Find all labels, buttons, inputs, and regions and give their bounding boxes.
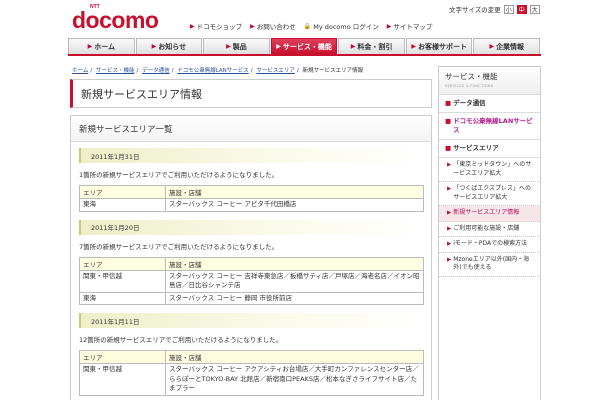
col-area-header: エリア	[79, 185, 166, 199]
page-title: 新規サービスエリア情報	[81, 87, 202, 101]
sidebar-item-tsukuba[interactable]: ▶ 「つくばエクスプレス」へのサービスエリア拡大	[439, 182, 540, 206]
breadcrumb-data-comm[interactable]: データ通信	[142, 68, 170, 74]
tab-products[interactable]: ▶ 製品	[203, 38, 270, 54]
table-row: 東海 スターバックス コーヒー アピタ千代田橋店	[79, 198, 424, 212]
arrow-right-icon: ▶	[151, 43, 157, 50]
sidebar-title: サービス・機能	[445, 72, 498, 81]
lock-icon: 🔒	[303, 22, 312, 30]
table-header-row: エリア 施設・店舗	[79, 185, 424, 199]
date-heading: 2011年1月20日	[79, 219, 424, 235]
table-row: 関東・甲信越 スターバックス コーヒー アクアシティお台場店／大手町カンファレン…	[79, 363, 424, 396]
section-note: 12箇所の新規サービスエリアでご利用いただけるようになりました。	[79, 336, 283, 344]
arrow-right-icon: ▶	[447, 186, 452, 192]
col-area-header: エリア	[79, 350, 166, 364]
tab-services[interactable]: ▶ サービス・機能	[270, 38, 338, 54]
area-sections: 2011年1月31日 1箇所の新規サービスエリアでご利用いただけるようになりまし…	[79, 148, 424, 400]
sidebar-item-imode-search[interactable]: ▶ iモード・PDAでの検索方法	[439, 237, 540, 253]
arrow-right-icon: ▶	[250, 22, 255, 30]
logo-wordmark: docomo	[72, 7, 159, 33]
area-cell: 東海	[79, 198, 166, 212]
sidebar-cat-service-area[interactable]: ■ サービスエリア	[439, 140, 540, 158]
section-note: 7箇所の新規サービスエリアでご利用いただけるようになりました。	[79, 242, 279, 251]
date-heading: 2011年1月31日	[79, 148, 424, 163]
arrow-right-icon: ▶	[386, 22, 392, 30]
arrow-right-icon: ▶	[447, 210, 452, 216]
square-bullet-icon: ■	[445, 117, 452, 125]
table-row: 東海 スターバックス コーヒー 静岡 市役所前店	[79, 291, 424, 305]
sidebar-header: サービス・機能 SERVICES & FUNCTIONS	[439, 67, 540, 95]
breadcrumb-services[interactable]: サービス・機能	[96, 68, 135, 74]
table-header-row: エリア 施設・店舗	[79, 256, 424, 271]
arrow-right-icon: ▶	[489, 43, 495, 50]
sidebar-cat-data-comm[interactable]: ■ データ通信	[439, 95, 540, 113]
area-cell: 関東・甲信越	[79, 363, 166, 396]
arrow-right-icon: ▶	[411, 43, 416, 50]
tab-pricing[interactable]: ▶ 料金・割引	[338, 38, 405, 54]
col-area-header: エリア	[79, 256, 166, 271]
col-shops-header: 施設・店舗	[165, 256, 424, 271]
arrow-right-icon: ▶	[276, 43, 281, 50]
sidebar-cat-wlan[interactable]: ■ ドコモ公衆無線LANサービス	[439, 113, 540, 140]
col-shops-header: 施設・店舗	[165, 185, 424, 199]
arrow-right-icon: ▶	[447, 241, 452, 247]
arrow-right-icon: ▶	[190, 22, 195, 30]
section-note: 1箇所の新規サービスエリアでご利用いただけるようになりました。	[79, 171, 279, 179]
font-size-label: 文字サイズの変更	[449, 6, 501, 14]
font-size-medium-button[interactable]: 中	[516, 4, 527, 14]
shops-cell: スターバックス コーヒー 静岡 市役所前店	[165, 291, 424, 305]
shops-cell: スターバックス コーヒー 吉祥寺東急店／板橋サティ店／戸塚店／海老名店／イオン昭…	[165, 269, 424, 293]
site-header: NTT docomo 文字サイズの変更 小 中 大 ▶ ドコモショップ ▶ お問い合…	[0, 0, 610, 38]
tab-news[interactable]: ▶ お知らせ	[135, 38, 203, 54]
area-cell: 関東・甲信越	[79, 269, 166, 293]
arrow-right-icon: ▶	[447, 256, 452, 263]
utility-links: ▶ ドコモショップ ▶ お問い合わせ 🔒 My docomo ログイン ▶ サイトマップ	[190, 21, 433, 32]
tab-corporate[interactable]: ▶ 企業情報	[473, 38, 541, 54]
arrow-right-icon: ▶	[447, 225, 452, 232]
tab-home[interactable]: ▶ ホーム	[68, 38, 135, 54]
square-bullet-icon: ■	[445, 144, 452, 152]
page-title-box: 新規サービスエリア情報	[70, 79, 432, 108]
arrow-right-icon: ▶	[87, 43, 93, 50]
sidebar-item-midtown[interactable]: ▶ 「東京ミッドタウン」へのサービスエリア拡大	[439, 158, 540, 182]
font-size-large-button[interactable]: 大	[529, 4, 540, 14]
tab-support[interactable]: ▶ お客様サポート	[405, 38, 473, 54]
arrow-right-icon: ▶	[350, 43, 356, 50]
util-link-contact[interactable]: ▶ お問い合わせ	[250, 21, 296, 32]
sidebar-item-outside-mzone[interactable]: ▶ Mzoneエリア以外(国内・海外)でも使える	[439, 253, 540, 277]
sidebar-item-new-area[interactable]: ▶ 新規サービスエリア情報	[439, 206, 540, 222]
table-row: 関東・甲信越 スターバックス コーヒー 吉祥寺東急店／板橋サティ店／戸塚店／海老…	[79, 269, 424, 293]
table-header-row: エリア 施設・店舗	[79, 350, 424, 364]
sidebar-item-facilities[interactable]: ▶ ご利用可能な施設・店舗	[439, 222, 540, 237]
shops-cell: スターバックス コーヒー アピタ千代田橋店	[165, 198, 424, 212]
area-cell: 東海	[79, 291, 166, 305]
date-heading: 2011年1月11日	[79, 313, 424, 328]
breadcrumb-wlan[interactable]: ドコモ公衆無線LANサービス	[177, 68, 249, 74]
sidebar: サービス・機能 SERVICES & FUNCTIONS ■ データ通信 ■ ドコモ…	[438, 66, 541, 400]
col-shops-header: 施設・店舗	[165, 350, 424, 364]
util-link-docomo-shop[interactable]: ▶ ドコモショップ	[190, 21, 242, 32]
area-table: エリア 施設・店舗 東海 スターバックス コーヒー アピタ千代田橋店	[79, 185, 424, 212]
content-header: 新規サービスエリア一覧	[71, 116, 431, 142]
util-link-my-docomo-login[interactable]: 🔒 My docomo ログイン	[303, 21, 379, 32]
arrow-right-icon: ▶	[447, 162, 452, 168]
breadcrumb-current: 新規サービスエリア情報	[302, 68, 364, 74]
sidebar-subtitle: SERVICES & FUNCTIONS	[445, 84, 494, 88]
font-size-control: 文字サイズの変更 小 中 大	[449, 4, 540, 14]
global-nav: ▶ ホーム ▶ お知らせ ▶ 製品 ▶ サービス・機能 ▶ 料金・割引 ▶ お客様サポート …	[68, 38, 541, 56]
content-box: 新規サービスエリア一覧 2011年1月31日 1箇所の新規サービスエリアでご利用…	[70, 115, 432, 400]
breadcrumb: ホーム / サービス・機能 / データ通信 / ドコモ公衆無線LANサービス / サービ…	[72, 68, 364, 74]
arrow-right-icon: ▶	[226, 43, 231, 50]
breadcrumb-home[interactable]: ホーム	[72, 68, 88, 74]
area-table: エリア 施設・店舗 関東・甲信越 スターバックス コーヒー アクアシティお台場店…	[79, 350, 424, 396]
shops-cell: スターバックス コーヒー アクアシティお台場店／大手町カンファレンスセンター店／…	[165, 363, 424, 396]
breadcrumb-service-area[interactable]: サービスエリア	[256, 68, 295, 74]
area-table: エリア 施設・店舗 関東・甲信越 スターバックス コーヒー 吉祥寺東急店／板橋サ…	[79, 256, 424, 306]
square-bullet-icon: ■	[445, 99, 452, 107]
util-link-sitemap[interactable]: ▶ サイトマップ	[386, 21, 433, 32]
font-size-small-button[interactable]: 小	[503, 4, 514, 14]
content-title: 新規サービスエリア一覧	[79, 124, 173, 135]
